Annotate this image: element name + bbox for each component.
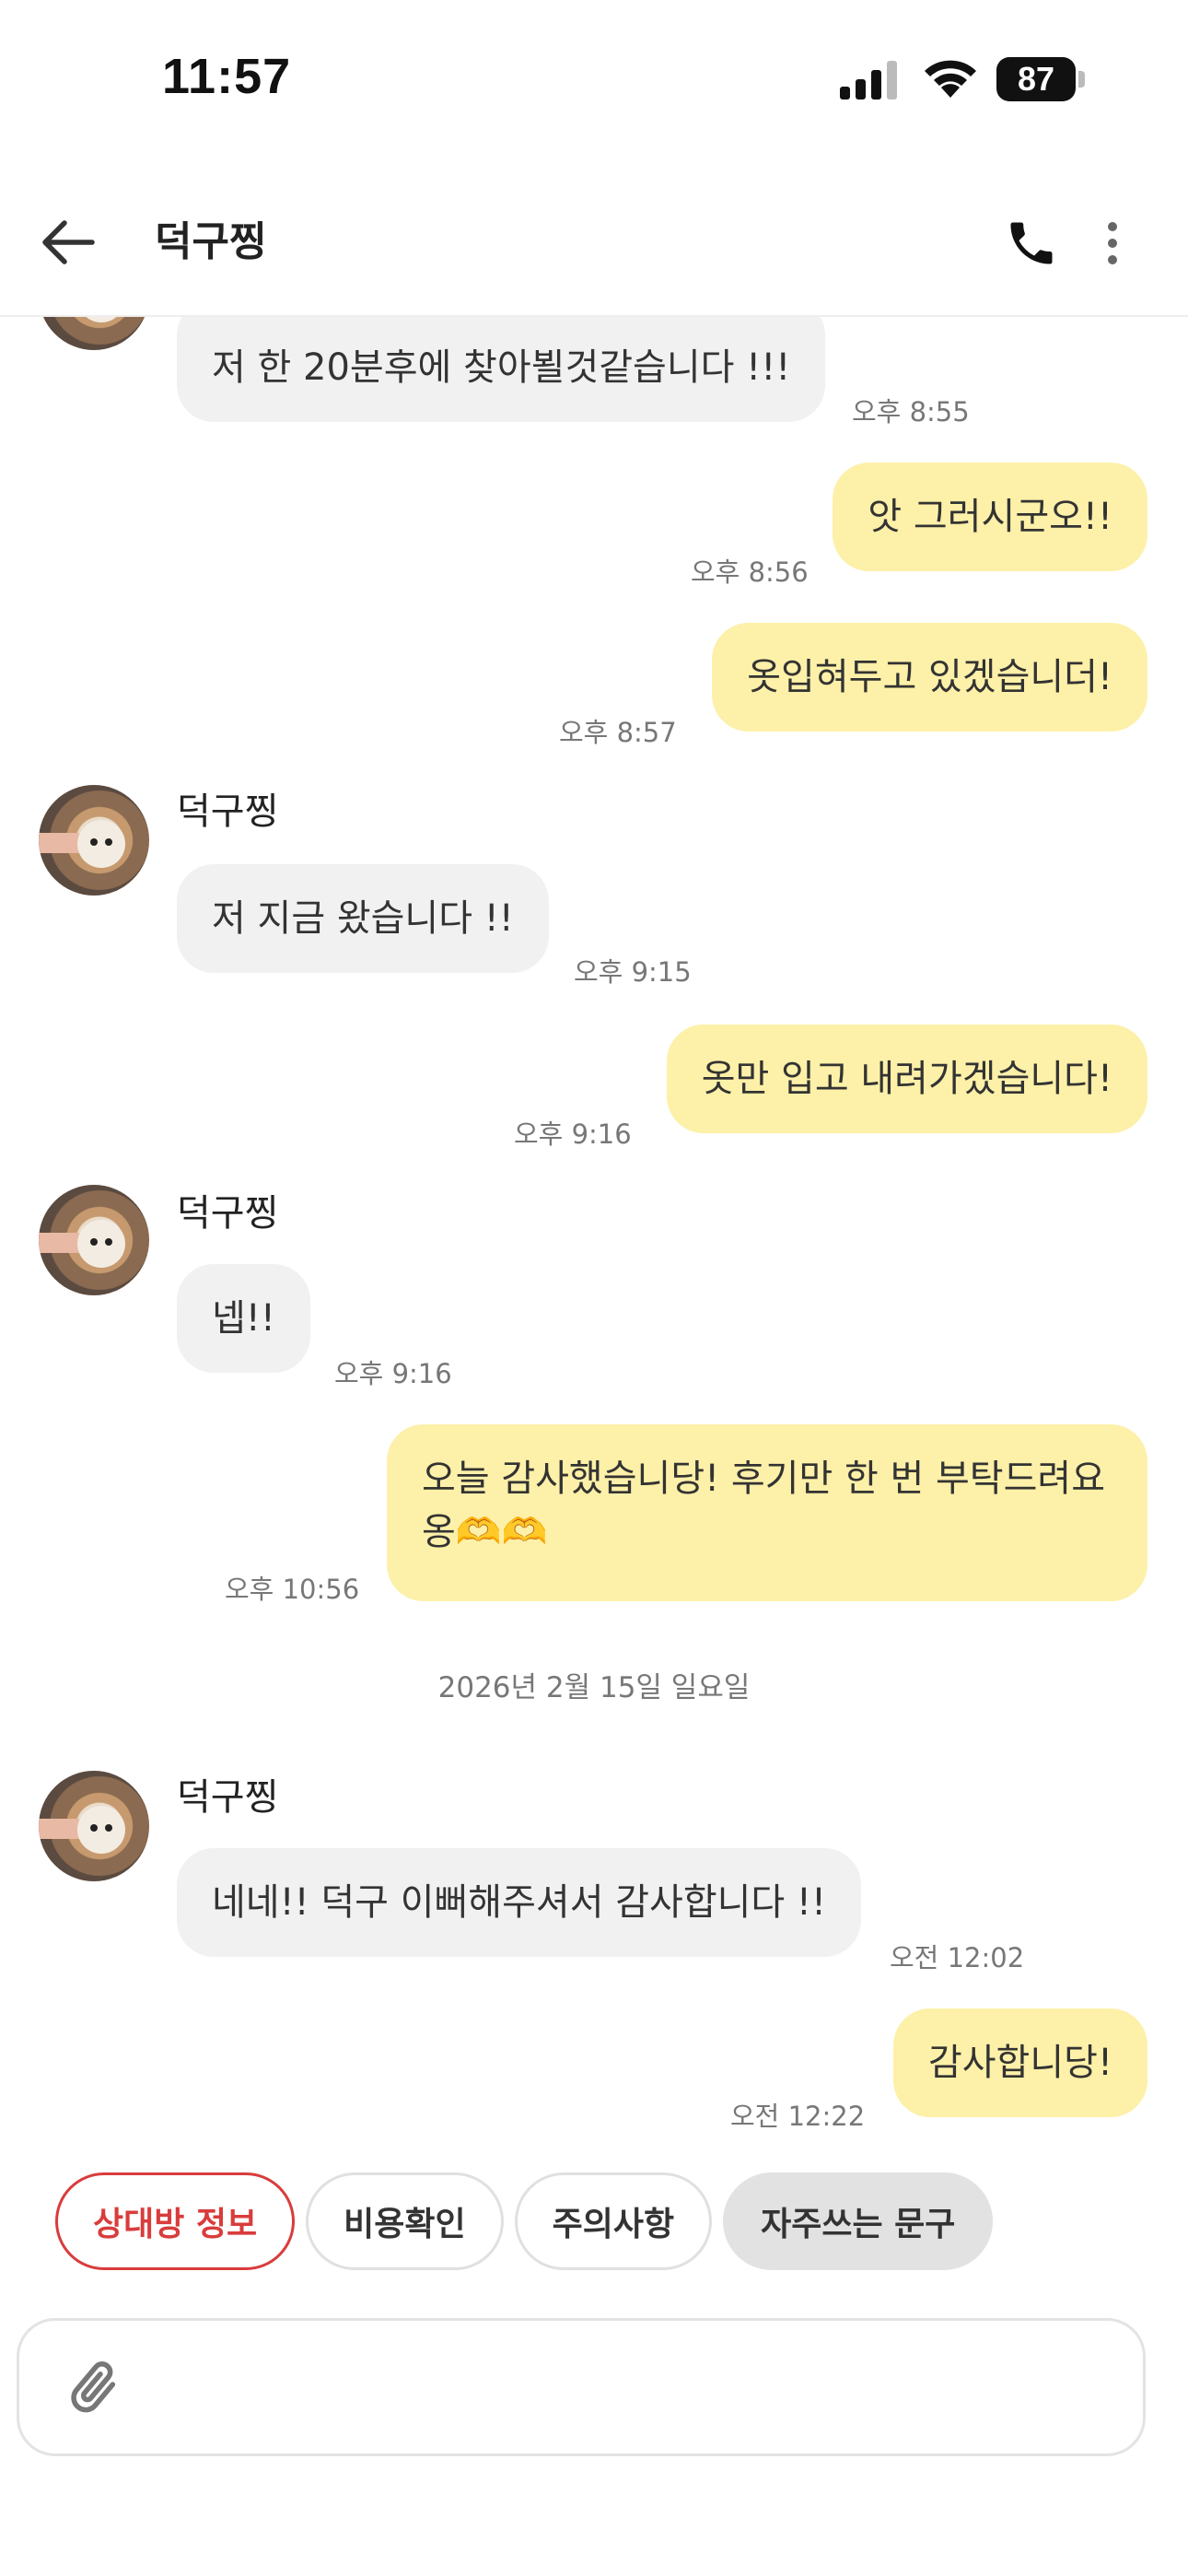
- message-timestamp: 오후 8:57: [559, 717, 677, 748]
- chat-screen: 11:57 87 덕구찡 저 한 20분후에 찾아뵐것같습니다 !!! 오후 8…: [0, 0, 1188, 2576]
- status-time: 11:57: [162, 49, 292, 104]
- chip-cost-check[interactable]: 비용확인: [306, 2172, 504, 2270]
- message-timestamp: 오후 8:56: [691, 556, 809, 588]
- signal-icon: [840, 61, 897, 100]
- incoming-message-bubble[interactable]: 넵!!: [177, 1264, 310, 1373]
- chip-notice[interactable]: 주의사항: [514, 2172, 713, 2270]
- sender-name: 덕구찡: [177, 1776, 279, 1819]
- wifi-icon: [925, 60, 976, 98]
- message-timestamp: 오후 8:55: [852, 396, 970, 427]
- quick-action-chips: 상대방 정보 비용확인 주의사항 자주쓰는 문구: [55, 2172, 994, 2270]
- message-timestamp: 오전 12:02: [890, 1942, 1025, 1973]
- avatar[interactable]: [39, 1771, 149, 1881]
- chip-frequent-phrases[interactable]: 자주쓰는 문구: [723, 2172, 994, 2270]
- chat-title: 덕구찡: [155, 218, 267, 265]
- sender-name: 덕구찡: [177, 1192, 279, 1235]
- message-timestamp: 오후 9:16: [514, 1118, 632, 1150]
- message-timestamp: 오후 9:15: [574, 956, 692, 988]
- outgoing-message-bubble[interactable]: 옷입혀두고 있겠습니더!: [712, 623, 1147, 732]
- avatar[interactable]: [39, 1185, 149, 1295]
- message-input[interactable]: [148, 2348, 1106, 2431]
- incoming-message-bubble[interactable]: 저 한 20분후에 찾아뵐것같습니다 !!!: [177, 317, 826, 422]
- chip-partner-info[interactable]: 상대방 정보: [55, 2172, 296, 2270]
- date-divider: 2026년 2월 15일 일요일: [437, 1671, 751, 1704]
- back-arrow-icon[interactable]: [37, 212, 98, 273]
- chat-header: 덕구찡: [0, 184, 1188, 317]
- more-options-icon[interactable]: [1094, 216, 1131, 271]
- outgoing-message-bubble[interactable]: 감사합니당!: [892, 2008, 1147, 2117]
- message-timestamp: 오전 12:22: [730, 2101, 866, 2132]
- incoming-message-bubble[interactable]: 네네!! 덕구 이뻐해주셔서 감사합니다 !!: [177, 1848, 861, 1957]
- outgoing-message-bubble[interactable]: 오늘 감사했습니당! 후기만 한 번 부탁드려요옹🫶🫶: [387, 1424, 1147, 1601]
- outgoing-message-bubble[interactable]: 옷만 입고 내려가겠습니다!: [666, 1025, 1147, 1133]
- message-timestamp: 오후 9:16: [334, 1358, 452, 1389]
- message-composer: [17, 2318, 1146, 2456]
- outgoing-message-bubble[interactable]: 앗 그러시군오!!: [833, 463, 1147, 571]
- avatar[interactable]: [39, 785, 149, 896]
- message-list[interactable]: 저 한 20분후에 찾아뵐것같습니다 !!! 오후 8:55 앗 그러시군오!!…: [0, 317, 1188, 2141]
- incoming-message-bubble[interactable]: 저 지금 왔습니다 !!: [177, 864, 549, 973]
- battery-icon: 87: [996, 57, 1085, 101]
- avatar[interactable]: [39, 317, 149, 350]
- battery-level: 87: [996, 57, 1076, 101]
- attachment-clip-icon[interactable]: [62, 2356, 126, 2420]
- phone-icon[interactable]: [1004, 216, 1059, 271]
- sender-name: 덕구찡: [177, 790, 279, 833]
- message-timestamp: 오후 10:56: [225, 1574, 360, 1605]
